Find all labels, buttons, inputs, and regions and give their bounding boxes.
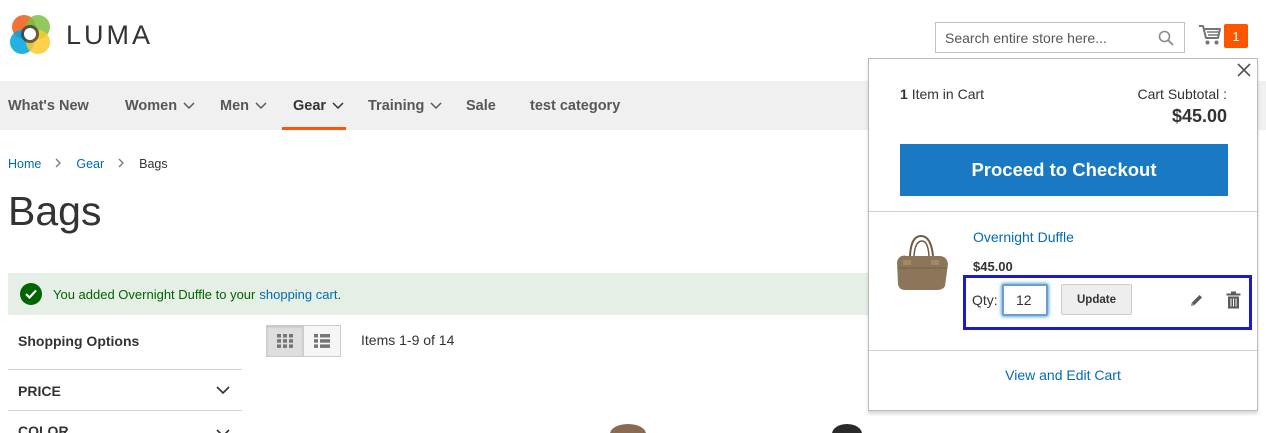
message-text: You added Overnight Duffle to your [53, 286, 256, 302]
nav-label: What's New [8, 97, 89, 114]
grid-icon [277, 334, 293, 348]
nav-item-whats-new[interactable]: What's New [8, 81, 89, 130]
chevron-down-icon [332, 101, 344, 109]
cart-icon[interactable] [1198, 24, 1222, 51]
pencil-icon[interactable] [1189, 293, 1204, 313]
chevron-right-icon [55, 158, 62, 171]
breadcrumb-gear[interactable]: Gear [76, 157, 104, 171]
nav-item-sale[interactable]: Sale [466, 81, 496, 130]
nav-item-test-category[interactable]: test category [530, 81, 620, 130]
checkmark-icon [20, 283, 42, 305]
divider [869, 211, 1257, 212]
breadcrumb: Home Gear Bags [8, 157, 168, 171]
breadcrumb-current: Bags [139, 157, 168, 171]
breadcrumb-home[interactable]: Home [8, 157, 41, 171]
items-count-number: 1 [900, 86, 908, 102]
minicart-dropdown: 1 Item in Cart Cart Subtotal : $45.00 Pr… [868, 58, 1258, 411]
product-name-link[interactable]: Overnight Duffle [973, 229, 1074, 245]
trash-icon[interactable] [1226, 291, 1241, 314]
nav-label: Men [220, 97, 249, 114]
shopping-options-title: Shopping Options [18, 333, 140, 349]
filter-color[interactable]: COLOR [8, 410, 242, 433]
list-icon [314, 334, 330, 348]
shopping-cart-link[interactable]: shopping cart [259, 287, 337, 302]
proceed-to-checkout-button[interactable]: Proceed to Checkout [900, 144, 1228, 196]
nav-item-gear[interactable]: Gear [282, 81, 346, 130]
minicart-items-count: 1 Item in Cart [900, 86, 984, 102]
chevron-down-icon [183, 101, 195, 109]
chevron-down-icon [430, 101, 442, 109]
items-count-label: Item in Cart [911, 86, 985, 102]
success-message: You added Overnight Duffle to your shopp… [8, 273, 878, 315]
search-icon[interactable] [1158, 30, 1174, 51]
grid-view-button[interactable] [266, 325, 304, 357]
list-view-button[interactable] [303, 325, 341, 357]
product-thumbnail[interactable] [893, 232, 951, 294]
nav-label: Training [368, 97, 425, 114]
update-qty-button[interactable]: Update [1061, 284, 1132, 315]
subtotal-label: Cart Subtotal : [1137, 86, 1228, 102]
view-modes [266, 325, 341, 357]
chevron-down-icon [255, 101, 267, 109]
view-and-edit-cart-link[interactable]: View and Edit Cart [869, 367, 1257, 383]
nav-label: test category [530, 97, 621, 114]
product-price: $45.00 [973, 259, 1013, 274]
close-icon[interactable] [1237, 63, 1251, 82]
subtotal-price: $45.00 [1171, 106, 1227, 126]
qty-label: Qty: [972, 292, 998, 308]
filter-price[interactable]: PRICE [8, 369, 242, 411]
nav-item-women[interactable]: Women [125, 81, 195, 130]
product-image[interactable] [610, 424, 646, 433]
nav-item-training[interactable]: Training [368, 81, 442, 130]
nav-label: Sale [466, 97, 496, 114]
qty-input[interactable] [1002, 284, 1048, 316]
nav-label: Gear [293, 97, 327, 114]
filter-label: PRICE [18, 382, 61, 399]
filter-label: COLOR [18, 423, 69, 433]
divider [869, 350, 1257, 351]
luma-logo-icon [10, 15, 50, 54]
page-title: Bags [8, 188, 102, 234]
chevron-down-icon [216, 429, 230, 433]
nav-item-men[interactable]: Men [220, 81, 267, 130]
logo-text: LUMA [66, 19, 154, 50]
chevron-right-icon [118, 158, 125, 171]
product-image[interactable] [832, 424, 862, 433]
luma-logo[interactable]: LUMA [8, 12, 153, 58]
nav-label: Women [125, 97, 178, 114]
chevron-down-icon [216, 386, 230, 395]
toolbar-amount: Items 1-9 of 14 [361, 332, 455, 348]
message-period: . [337, 286, 342, 302]
search-input[interactable] [936, 29, 1154, 46]
cart-count-badge[interactable]: 1 [1224, 24, 1248, 48]
search-box [935, 22, 1185, 53]
